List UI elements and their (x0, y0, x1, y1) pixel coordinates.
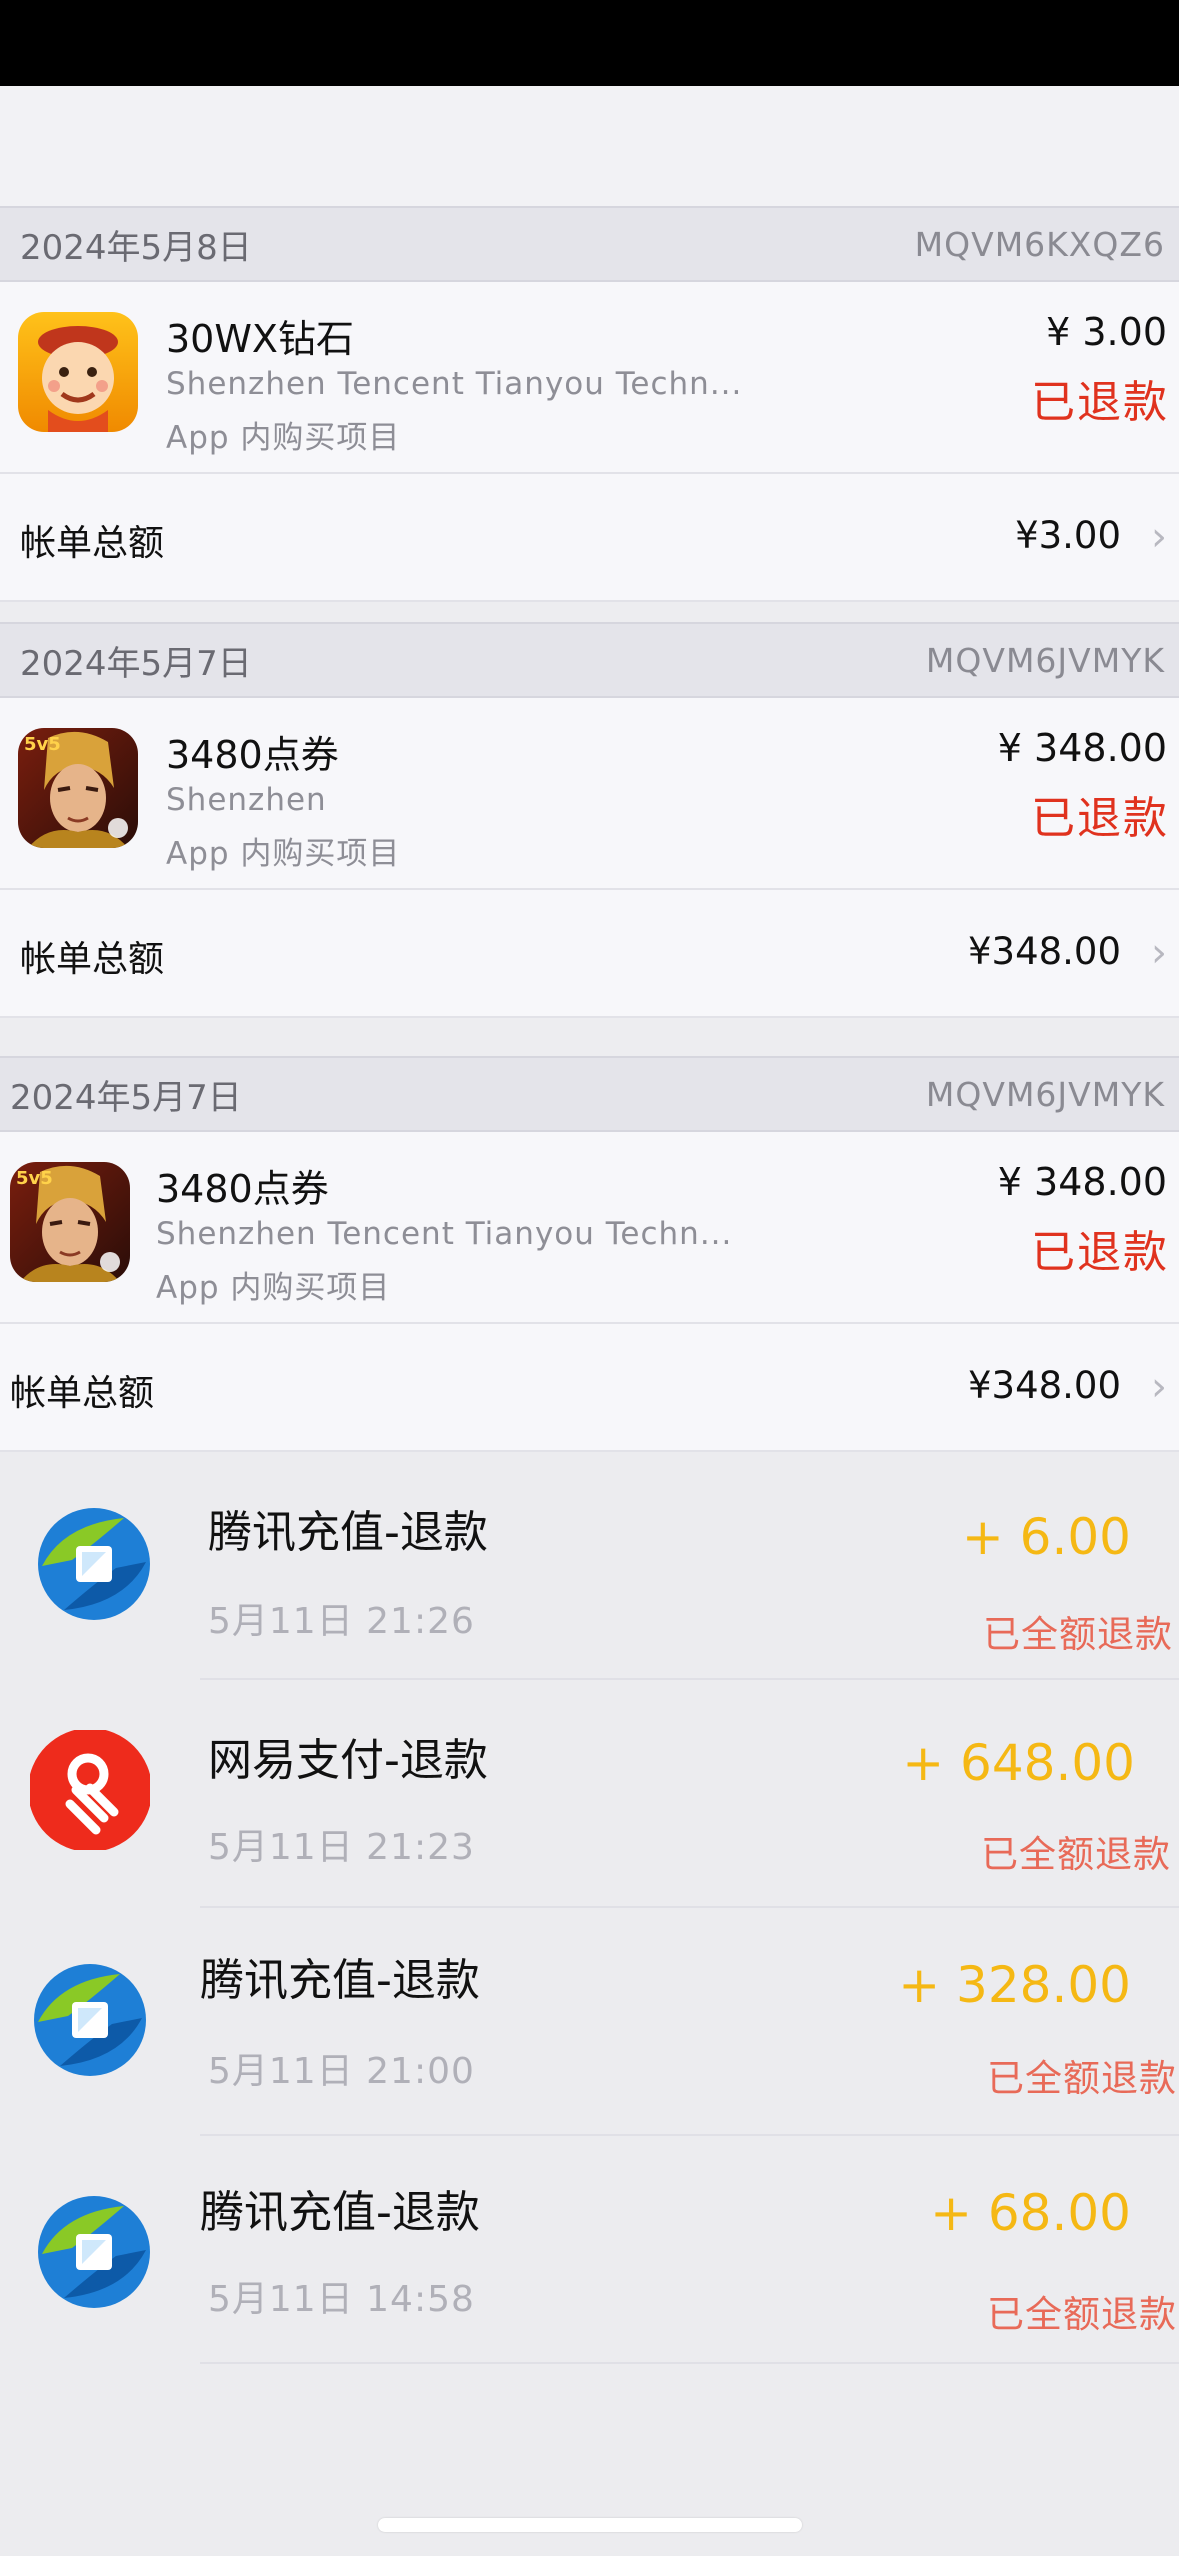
receipt-order-id: MQVM6KXQZ6 (914, 224, 1165, 264)
bill-total-label: 帐单总额 (20, 939, 165, 980)
refund-list: 腾讯充值-退款 5月11日 21:26 + 6.00 已全额退款 网易支付-退款… (0, 1452, 1179, 2556)
tencent-recharge-icon (34, 1504, 154, 1624)
item-seller: Shenzhen Tencent Tianyou Techn... (166, 366, 743, 402)
receipt-header: 2024年5月8日 MQVM6KXQZ6 (0, 206, 1179, 282)
honor-of-kings-app-icon: 5v5 (18, 728, 138, 848)
list-item[interactable]: 腾讯充值-退款 5月11日 14:58 + 68.00 已全额退款 (0, 2136, 1179, 2364)
netease-pay-icon (28, 1728, 152, 1852)
item-title: 3480点券 (166, 733, 339, 777)
list-item[interactable]: 腾讯充值-退款 5月11日 21:26 + 6.00 已全额退款 (0, 1452, 1179, 1680)
chevron-right-icon: › (1151, 514, 1167, 560)
receipt-date: 2024年5月8日 (20, 227, 252, 268)
item-title: 30WX钻石 (166, 317, 354, 361)
home-indicator[interactable] (378, 2518, 802, 2532)
refund-status: 已退款 (1031, 793, 1169, 844)
tencent-recharge-icon (30, 1960, 150, 2080)
bill-total-value: ¥3.00 (1015, 514, 1121, 557)
refund-title: 腾讯充值-退款 (200, 1955, 480, 2006)
receipt-order-id: MQVM6JVMYK (925, 640, 1165, 680)
item-seller: Shenzhen (166, 782, 327, 818)
item-type: App 内购买项目 (166, 420, 401, 456)
receipt-order-id: MQVM6JVMYK (925, 1074, 1165, 1114)
refund-title: 腾讯充值-退款 (200, 2187, 480, 2238)
refund-status: 已全额退款 (987, 2057, 1177, 2100)
list-item[interactable]: 腾讯充值-退款 5月11日 21:00 + 328.00 已全额退款 (0, 1908, 1179, 2136)
refund-amount: + 68.00 (930, 2184, 1131, 2242)
receipt-date: 2024年5月7日 (10, 1077, 242, 1118)
receipt-item[interactable]: 5v5 3480点券 Shenzhen Tencent Tianyou Tech… (0, 1132, 1179, 1324)
list-item[interactable]: 网易支付-退款 5月11日 21:23 + 648.00 已全额退款 (0, 1680, 1179, 1908)
refund-title: 网易支付-退款 (208, 1735, 488, 1786)
refund-status: 已全额退款 (987, 2293, 1177, 2336)
honor-of-kings-app-icon: 5v5 (10, 1162, 130, 1282)
tencent-recharge-icon (34, 2192, 154, 2312)
bill-total-value: ¥348.00 (967, 930, 1121, 973)
refund-status: 已退款 (1031, 1227, 1169, 1278)
item-price: ¥ 348.00 (997, 726, 1167, 770)
receipt-header: 2024年5月7日 MQVM6JVMYK (0, 1056, 1179, 1132)
receipt-1: 2024年5月8日 MQVM6KXQZ6 30WX钻石 Shenzhen Ten… (0, 206, 1179, 602)
row-divider (200, 2362, 1179, 2364)
receipt-date: 2024年5月7日 (20, 643, 252, 684)
item-price: ¥ 348.00 (997, 1160, 1167, 1204)
chevron-right-icon: › (1151, 1364, 1167, 1410)
refund-amount: + 6.00 (961, 1508, 1131, 1566)
receipt-item[interactable]: 30WX钻石 Shenzhen Tencent Tianyou Techn...… (0, 282, 1179, 474)
receipt-item[interactable]: 5v5 3480点券 Shenzhen App 内购买项目 ¥ 348.00 已… (0, 698, 1179, 890)
refund-amount: + 328.00 (898, 1956, 1131, 2014)
item-price: ¥ 3.00 (1046, 310, 1167, 354)
cartoon-game-app-icon (18, 312, 138, 432)
receipt-2: 2024年5月7日 MQVM6JVMYK 5v5 3480点券 Shenzhen… (0, 622, 1179, 1018)
refund-title: 腾讯充值-退款 (208, 1507, 488, 1558)
bill-total-row[interactable]: 帐单总额 ¥3.00 › (0, 474, 1179, 602)
item-type: App 内购买项目 (166, 836, 401, 872)
item-seller: Shenzhen Tencent Tianyou Techn... (156, 1216, 733, 1252)
bill-total-row[interactable]: 帐单总额 ¥348.00 › (0, 890, 1179, 1018)
refund-time: 5月11日 21:23 (208, 1827, 475, 1868)
receipt-header: 2024年5月7日 MQVM6JVMYK (0, 622, 1179, 698)
svg-text:5v5: 5v5 (16, 1168, 53, 1189)
top-spacer (0, 86, 1179, 206)
bill-total-value: ¥348.00 (967, 1364, 1121, 1407)
receipt-3: 2024年5月7日 MQVM6JVMYK 5v5 3480点券 Shenzhen… (0, 1056, 1179, 1452)
bill-total-row[interactable]: 帐单总额 ¥348.00 › (0, 1324, 1179, 1452)
refund-status: 已全额退款 (983, 1613, 1173, 1656)
item-title: 3480点券 (156, 1167, 329, 1211)
bill-total-label: 帐单总额 (10, 1373, 155, 1414)
refund-time: 5月11日 21:26 (208, 1601, 475, 1642)
item-type: App 内购买项目 (156, 1270, 391, 1306)
chevron-right-icon: › (1151, 930, 1167, 976)
refund-status: 已退款 (1031, 377, 1169, 428)
refund-amount: + 648.00 (902, 1734, 1135, 1792)
refund-time: 5月11日 14:58 (208, 2279, 475, 2320)
refund-time: 5月11日 21:00 (208, 2051, 475, 2092)
status-bar (0, 0, 1179, 86)
svg-text:5v5: 5v5 (24, 734, 61, 755)
bill-total-label: 帐单总额 (20, 523, 165, 564)
refund-status: 已全额退款 (981, 1833, 1171, 1876)
